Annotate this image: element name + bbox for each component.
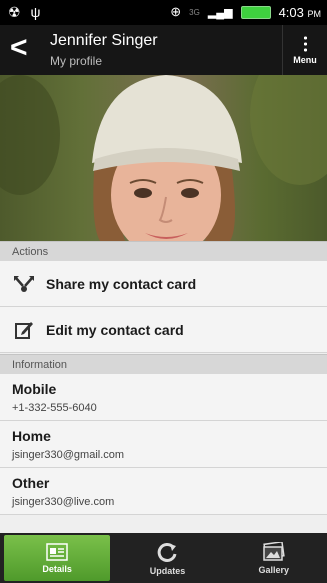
mobile-phone-row[interactable]: Mobile +1-332-555-6040 bbox=[0, 374, 327, 421]
battery-icon bbox=[240, 5, 271, 19]
home-label: Home bbox=[12, 428, 51, 444]
edit-contact-card-row[interactable]: Edit my contact card bbox=[0, 307, 327, 353]
network-type-indicator: 3G bbox=[189, 7, 200, 17]
edit-icon bbox=[12, 318, 36, 342]
status-right: ⊕ 3G ▂▄▆ 4:03 PM bbox=[170, 4, 321, 20]
tab-updates-label: Updates bbox=[149, 565, 186, 576]
home-email-row[interactable]: Home jsinger330@gmail.com bbox=[0, 421, 327, 468]
signal-icon: ▂▄▆ bbox=[207, 6, 233, 19]
tab-details[interactable]: Details bbox=[4, 535, 111, 581]
bottom-tab-bar: Details Updates Gallery bbox=[0, 533, 327, 583]
usb-icon: ψ bbox=[30, 4, 41, 20]
details-icon bbox=[46, 542, 68, 561]
title-bar: < Jennifer Singer My profile Menu bbox=[0, 25, 327, 75]
share-icon bbox=[12, 272, 36, 296]
share-contact-card-label: Share my contact card bbox=[46, 275, 197, 292]
other-value: jsinger330@live.com bbox=[12, 496, 115, 508]
page-title: Jennifer Singer bbox=[50, 32, 158, 49]
gallery-icon bbox=[263, 541, 285, 561]
sync-icon bbox=[158, 542, 177, 562]
tab-updates[interactable]: Updates bbox=[114, 533, 220, 583]
status-bar: ☢ ψ ⊕ 3G ▂▄▆ 4:03 PM bbox=[0, 0, 327, 25]
clock: 4:03 PM bbox=[278, 4, 321, 20]
tab-gallery-label: Gallery bbox=[258, 564, 290, 575]
overflow-menu-icon bbox=[303, 35, 307, 52]
profile-photo[interactable] bbox=[0, 75, 327, 241]
mobile-label: Mobile bbox=[12, 381, 57, 397]
page-subtitle: My profile bbox=[50, 54, 103, 68]
actions-section-header: Actions bbox=[0, 241, 327, 261]
other-label: Other bbox=[12, 475, 50, 491]
notification-icons: ☢ ψ bbox=[8, 4, 40, 21]
tab-gallery[interactable]: Gallery bbox=[221, 533, 327, 583]
edit-contact-card-label: Edit my contact card bbox=[46, 321, 184, 338]
mobile-value: +1-332-555-6040 bbox=[12, 402, 97, 414]
android-icon: ☢ bbox=[8, 4, 21, 20]
menu-button[interactable]: Menu bbox=[282, 25, 327, 75]
back-arrow-icon[interactable]: < bbox=[10, 33, 28, 63]
information-section-header: Information bbox=[0, 354, 327, 374]
home-value: jsinger330@gmail.com bbox=[12, 449, 125, 461]
gps-icon: ⊕ bbox=[170, 4, 182, 19]
menu-label: Menu bbox=[293, 55, 317, 65]
other-email-row[interactable]: Other jsinger330@live.com bbox=[0, 468, 327, 515]
share-contact-card-row[interactable]: Share my contact card bbox=[0, 261, 327, 307]
tab-details-label: Details bbox=[42, 563, 72, 574]
